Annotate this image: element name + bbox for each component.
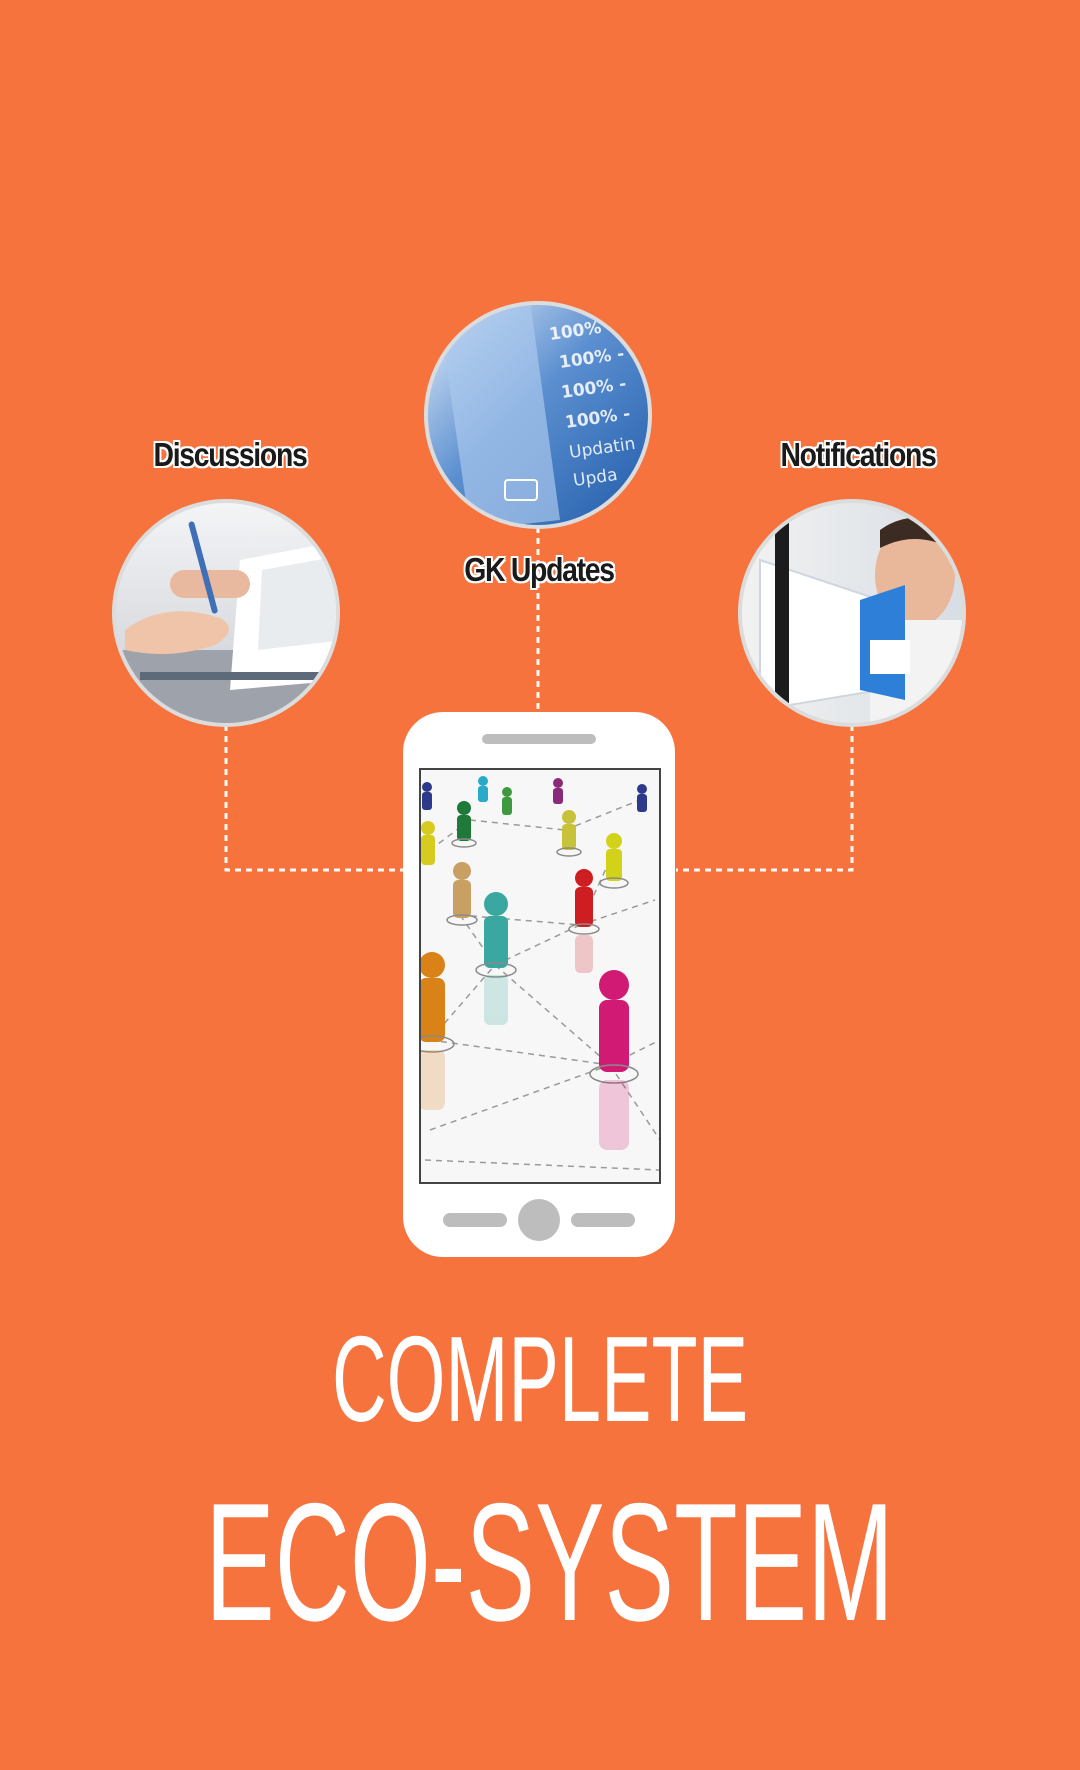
notifications-icon[interactable] <box>738 499 970 730</box>
discussions-icon[interactable] <box>110 499 345 730</box>
headline-eco-system: ECO-SYSTEM <box>205 1468 894 1656</box>
gk-updates-icon[interactable]: 100% 100% - 100% - 100% - Updatin Upda <box>424 300 655 530</box>
gk-updates-label[interactable]: GK Updates <box>427 551 651 589</box>
phone-screen-image <box>421 770 659 1182</box>
notifications-label[interactable]: Notifications <box>746 436 970 474</box>
discussions-label[interactable]: Discussions <box>118 436 342 474</box>
headline-complete: COMPLETE <box>331 1311 749 1447</box>
